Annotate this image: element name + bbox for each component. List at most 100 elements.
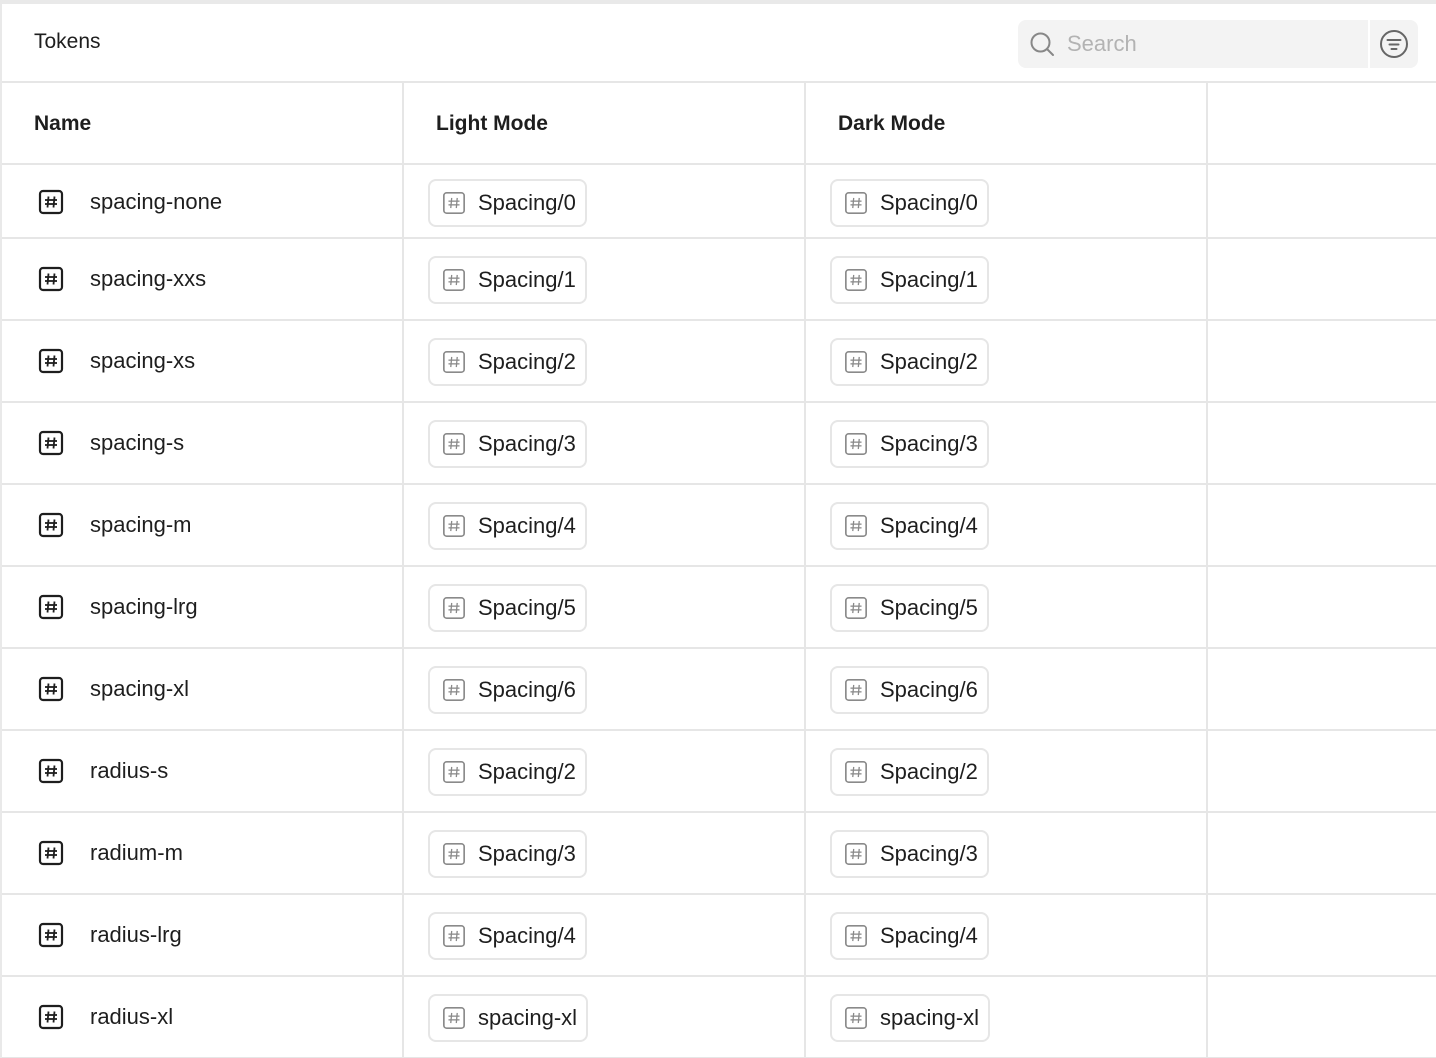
dark-mode-value: Spacing/1	[880, 267, 978, 292]
light-mode-value: Spacing/5	[478, 595, 576, 620]
light-mode-value-chip[interactable]: Spacing/1	[428, 256, 587, 304]
dark-mode-value-chip[interactable]: Spacing/0	[830, 179, 989, 227]
hash-icon	[443, 269, 465, 291]
column-header-light-mode[interactable]: Light Mode	[436, 112, 548, 136]
light-mode-value: Spacing/0	[478, 190, 576, 215]
dark-mode-value-chip[interactable]: Spacing/2	[830, 338, 989, 386]
number-token-icon	[38, 348, 64, 374]
dark-mode-value: Spacing/4	[880, 513, 978, 538]
hash-icon	[443, 515, 465, 537]
hash-icon	[38, 594, 64, 620]
light-mode-value-chip[interactable]: Spacing/0	[428, 179, 587, 227]
table-row[interactable]: spacing-xxs Spacing/1 Spacing/1	[2, 239, 1436, 321]
hash-icon	[443, 192, 465, 214]
number-token-icon	[38, 266, 64, 292]
table-row[interactable]: radius-lrg Spacing/4 Spacing/4	[2, 895, 1436, 977]
light-mode-value-chip[interactable]: Spacing/5	[428, 584, 587, 632]
hash-icon	[443, 597, 465, 619]
hash-icon	[845, 1007, 867, 1029]
table-row[interactable]: spacing-m Spacing/4 Spacing/4	[2, 485, 1436, 567]
light-mode-value-chip[interactable]: Spacing/4	[428, 502, 587, 550]
tokens-panel: Tokens Name Light Mode Dark Mode	[0, 0, 1436, 1058]
dark-mode-value: Spacing/0	[880, 190, 978, 215]
table-row[interactable]: spacing-xl Spacing/6 Spacing/6	[2, 649, 1436, 731]
dark-mode-value: Spacing/4	[880, 923, 978, 948]
hash-icon	[845, 351, 867, 373]
token-name[interactable]: spacing-s	[90, 430, 184, 456]
number-token-icon	[38, 676, 64, 702]
light-mode-value-chip[interactable]: Spacing/2	[428, 748, 587, 796]
hash-icon	[845, 597, 867, 619]
number-token-icon	[38, 840, 64, 866]
table-row[interactable]: spacing-xs Spacing/2 Spacing/2	[2, 321, 1436, 403]
search-box[interactable]	[1018, 20, 1368, 68]
table-row[interactable]: spacing-s Spacing/3 Spacing/3	[2, 403, 1436, 485]
light-mode-value: Spacing/3	[478, 431, 576, 456]
token-name[interactable]: radium-m	[90, 840, 183, 866]
hash-icon	[443, 843, 465, 865]
dark-mode-value-chip[interactable]: Spacing/5	[830, 584, 989, 632]
dark-mode-value-chip[interactable]: spacing-xl	[830, 994, 991, 1042]
table-row[interactable]: radium-m Spacing/3 Spacing/3	[2, 813, 1436, 895]
token-name[interactable]: spacing-xxs	[90, 266, 206, 292]
table-row[interactable]: spacing-none Spacing/0 Spacing/0	[2, 167, 1436, 239]
dark-mode-value-chip[interactable]: Spacing/4	[830, 912, 989, 960]
dark-mode-value-chip[interactable]: Spacing/4	[830, 502, 989, 550]
token-name[interactable]: spacing-xl	[90, 676, 189, 702]
dark-mode-value: Spacing/3	[880, 431, 978, 456]
hash-icon	[845, 269, 867, 291]
hash-icon	[38, 922, 64, 948]
token-name[interactable]: radius-lrg	[90, 922, 182, 948]
light-mode-value-chip[interactable]: Spacing/3	[428, 830, 587, 878]
hash-icon	[845, 679, 867, 701]
column-header-name[interactable]: Name	[34, 112, 91, 136]
token-name[interactable]: spacing-none	[90, 189, 222, 215]
light-mode-value-chip[interactable]: Spacing/2	[428, 338, 587, 386]
table-row[interactable]: radius-xl spacing-xl spacing-xl	[2, 977, 1436, 1058]
hash-icon	[38, 758, 64, 784]
dark-mode-value-chip[interactable]: Spacing/3	[830, 830, 989, 878]
hash-icon	[38, 676, 64, 702]
dark-mode-value-chip[interactable]: Spacing/2	[830, 748, 989, 796]
light-mode-value: Spacing/6	[478, 677, 576, 702]
light-mode-value: Spacing/4	[478, 923, 576, 948]
number-token-icon	[38, 1004, 64, 1030]
token-name[interactable]: spacing-lrg	[90, 594, 198, 620]
hash-icon	[845, 925, 867, 947]
hash-icon	[443, 761, 465, 783]
column-header-dark-mode[interactable]: Dark Mode	[838, 112, 945, 136]
token-name[interactable]: radius-s	[90, 758, 168, 784]
light-mode-value-chip[interactable]: spacing-xl	[428, 994, 589, 1042]
token-name[interactable]: radius-xl	[90, 1004, 173, 1030]
page-title: Tokens	[34, 30, 101, 53]
number-token-icon	[38, 758, 64, 784]
hash-icon	[845, 433, 867, 455]
dark-mode-value: Spacing/5	[880, 595, 978, 620]
hash-icon	[845, 843, 867, 865]
number-token-icon	[38, 922, 64, 948]
filter-button[interactable]	[1370, 20, 1418, 68]
light-mode-value: spacing-xl	[478, 1005, 578, 1030]
table-header	[2, 83, 1436, 165]
dark-mode-value-chip[interactable]: Spacing/6	[830, 666, 989, 714]
light-mode-value-chip[interactable]: Spacing/3	[428, 420, 587, 468]
hash-icon	[443, 925, 465, 947]
hash-icon	[38, 189, 64, 215]
token-name[interactable]: spacing-xs	[90, 348, 195, 374]
token-name[interactable]: spacing-m	[90, 512, 191, 538]
search-input[interactable]	[1067, 31, 1347, 57]
light-mode-value-chip[interactable]: Spacing/4	[428, 912, 587, 960]
dark-mode-value-chip[interactable]: Spacing/1	[830, 256, 989, 304]
number-token-icon	[38, 430, 64, 456]
number-token-icon	[38, 512, 64, 538]
light-mode-value: Spacing/2	[478, 759, 576, 784]
table-row[interactable]: spacing-lrg Spacing/5 Spacing/5	[2, 567, 1436, 649]
table-row[interactable]: radius-s Spacing/2 Spacing/2	[2, 731, 1436, 813]
dark-mode-value-chip[interactable]: Spacing/3	[830, 420, 989, 468]
hash-icon	[845, 515, 867, 537]
filter-icon	[1380, 30, 1408, 58]
search-icon	[1030, 32, 1054, 56]
hash-icon	[38, 512, 64, 538]
number-token-icon	[38, 594, 64, 620]
light-mode-value-chip[interactable]: Spacing/6	[428, 666, 587, 714]
